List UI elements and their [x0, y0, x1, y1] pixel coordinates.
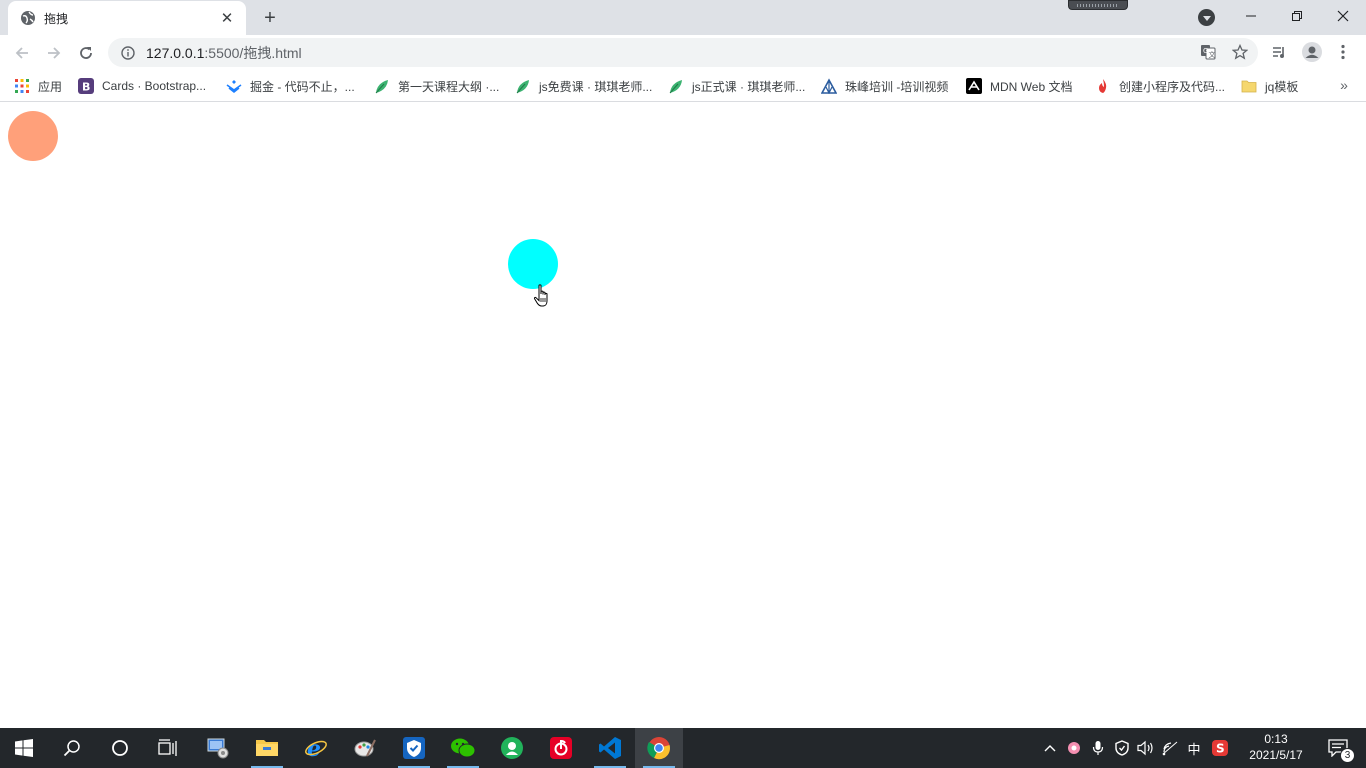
reload-button[interactable]: [72, 39, 100, 67]
bookmark-label: 珠峰培训 -培训视频: [845, 79, 949, 94]
chrome-icon[interactable]: [635, 728, 683, 768]
bookmark-label: 应用: [38, 79, 63, 94]
netease-music-icon[interactable]: [537, 728, 585, 768]
leaf-icon: [668, 78, 684, 94]
mountain-icon: [821, 78, 837, 94]
translate-icon[interactable]: G文: [1198, 42, 1218, 62]
hand-pointer-cursor-icon: [533, 284, 548, 307]
control-panel-icon[interactable]: [194, 728, 242, 768]
bookmark-label: 第一天课程大纲 ·...: [398, 79, 500, 94]
bookmark-apps[interactable]: 应用: [14, 75, 62, 97]
media-control-icon[interactable]: [1268, 41, 1290, 63]
wechat-icon[interactable]: [439, 728, 487, 768]
search-icon[interactable]: [48, 728, 96, 768]
address-bar[interactable]: 127.0.0.1:5500/拖拽.html: [108, 38, 1258, 67]
reload-icon: [80, 47, 92, 59]
bookmark-label: js正式课 · 琪琪老师...: [692, 79, 806, 94]
bootstrap-icon: B: [78, 78, 94, 94]
new-tab-button[interactable]: +: [258, 6, 282, 30]
globe-icon: [20, 10, 36, 26]
volume-icon[interactable]: [1134, 728, 1158, 768]
bookmark-label: jq模板: [1265, 79, 1299, 94]
bookmark-label: js免费课 · 琪琪老师...: [539, 79, 653, 94]
file-explorer-icon[interactable]: [243, 728, 291, 768]
tab-search-button[interactable]: [1198, 9, 1215, 26]
bookmark-label: 掘金 - 代码不止，...: [250, 79, 355, 94]
leaf-icon: [374, 78, 390, 94]
svg-text:S: S: [1216, 742, 1225, 756]
action-center-button[interactable]: 3: [1318, 728, 1358, 768]
paint-icon[interactable]: [341, 728, 389, 768]
network-icon[interactable]: [1158, 728, 1182, 768]
svg-text:文: 文: [1209, 50, 1216, 59]
bookmarks-overflow-chevron-icon[interactable]: »: [1334, 76, 1354, 94]
svg-text:B: B: [82, 81, 90, 94]
cyan-circle-draggable[interactable]: [508, 239, 558, 289]
salmon-circle[interactable]: [8, 111, 58, 161]
tab-close-icon[interactable]: ✕: [218, 9, 236, 27]
site-info-icon[interactable]: [120, 45, 136, 61]
tray-app-icon[interactable]: [1062, 728, 1086, 768]
bookmark-mini-program[interactable]: 创建小程序及代码...: [1095, 75, 1225, 97]
ime-indicator[interactable]: 中: [1182, 728, 1206, 768]
forward-button[interactable]: [40, 39, 68, 67]
bookmark-zhufeng-training[interactable]: 珠峰培训 -培训视频: [821, 75, 948, 97]
mdn-icon: [966, 78, 982, 94]
minimize-button[interactable]: [1228, 0, 1274, 32]
app-green-icon[interactable]: [488, 728, 536, 768]
forward-arrow-icon: [48, 47, 61, 59]
tab-drag-page[interactable]: 拖拽 ✕: [8, 1, 246, 35]
window-close-button[interactable]: [1320, 0, 1366, 32]
bookmark-mdn[interactable]: MDN Web 文档: [966, 75, 1072, 97]
bookmark-bootstrap-cards[interactable]: B Cards · Bootstrap...: [78, 75, 206, 97]
defender-shield-icon[interactable]: [1110, 728, 1134, 768]
notification-count-badge: 3: [1340, 748, 1355, 763]
url-path: :5500/拖拽.html: [204, 44, 302, 61]
flame-icon: [1095, 78, 1111, 94]
sogou-input-icon[interactable]: S: [1208, 728, 1232, 768]
system-clock[interactable]: 0:13 2021/5/17: [1240, 731, 1312, 765]
restore-button[interactable]: [1274, 0, 1320, 32]
leaf-icon: [515, 78, 531, 94]
apps-grid-icon: [14, 78, 30, 94]
bookmark-label: MDN Web 文档: [990, 79, 1073, 94]
tab-strip: 拖拽 ✕ +: [0, 0, 1366, 35]
browser-toolbar: 127.0.0.1:5500/拖拽.html G文: [0, 35, 1366, 70]
vscode-icon[interactable]: [586, 728, 634, 768]
screen-recorder-indicator: [1068, 0, 1128, 10]
menu-kebab-icon[interactable]: [1332, 41, 1354, 63]
bookmark-star-icon[interactable]: [1230, 42, 1250, 62]
back-arrow-icon: [15, 47, 28, 59]
clock-date: 2021/5/17: [1249, 748, 1303, 762]
profile-avatar-icon[interactable]: [1301, 41, 1323, 63]
windows-taskbar: e 中 S 0:13 2021/5/17 3: [0, 728, 1366, 768]
bookmark-js-free-course[interactable]: js免费课 · 琪琪老师...: [515, 75, 652, 97]
start-icon[interactable]: [0, 728, 48, 768]
page-viewport: [0, 103, 1366, 728]
folder-icon: [1241, 78, 1257, 94]
url-text: 127.0.0.1:5500/拖拽.html: [146, 43, 302, 63]
back-button[interactable]: [8, 39, 36, 67]
clock-time: 0:13: [1264, 732, 1288, 746]
bookmark-juejin[interactable]: 掘金 - 代码不止，...: [226, 75, 355, 97]
security-icon[interactable]: [390, 728, 438, 768]
juejin-icon: [226, 78, 242, 94]
bookmark-label: Cards · Bootstrap...: [102, 79, 207, 93]
task-view-icon[interactable]: [144, 728, 192, 768]
bookmark-day-one-outline[interactable]: 第一天课程大纲 ·...: [374, 75, 499, 97]
bookmark-jq-template[interactable]: jq模板: [1241, 75, 1298, 97]
bookmark-label: 创建小程序及代码...: [1119, 79, 1226, 94]
cortana-icon[interactable]: [96, 728, 144, 768]
svg-text:e: e: [307, 736, 321, 760]
tray-overflow-chevron-icon[interactable]: [1038, 728, 1062, 768]
bookmarks-bar: 应用 B Cards · Bootstrap... 掘金 - 代码不止，... …: [0, 70, 1366, 102]
tab-title: 拖拽: [44, 11, 69, 26]
bookmark-js-formal-course[interactable]: js正式课 · 琪琪老师...: [668, 75, 805, 97]
microphone-icon[interactable]: [1086, 728, 1110, 768]
internet-explorer-icon[interactable]: e: [292, 728, 340, 768]
url-host: 127.0.0.1: [146, 44, 205, 61]
